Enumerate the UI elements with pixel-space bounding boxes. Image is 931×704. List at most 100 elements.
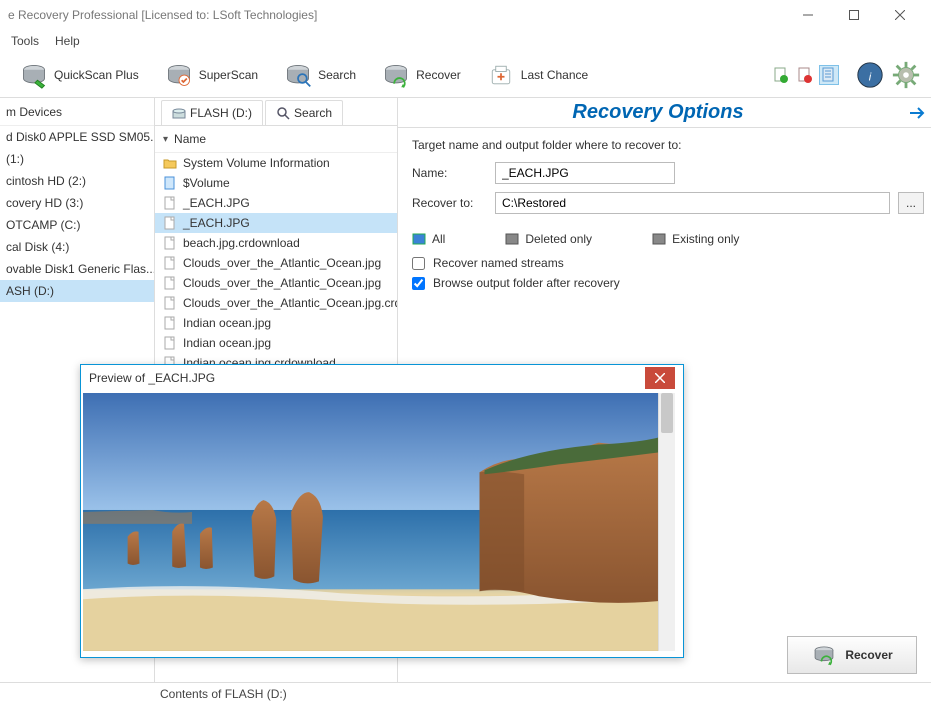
tab-search[interactable]: Search — [265, 100, 343, 125]
recover-to-input[interactable] — [495, 192, 890, 214]
preview-titlebar[interactable]: Preview of _EACH.JPG — [81, 365, 683, 391]
lastchance-icon — [487, 61, 515, 89]
page-delete-icon[interactable] — [795, 65, 815, 85]
device-item[interactable]: ASH (D:) — [0, 280, 154, 302]
filter-deleted[interactable]: Deleted only — [505, 232, 592, 246]
file-icon — [163, 336, 177, 350]
file-name: _EACH.JPG — [183, 216, 250, 230]
named-streams-label: Recover named streams — [433, 256, 564, 270]
browse-after-checkbox[interactable] — [412, 277, 425, 290]
menu-tools[interactable]: Tools — [3, 31, 47, 51]
filter-deleted-label: Deleted only — [525, 232, 592, 246]
name-label: Name: — [412, 166, 487, 180]
folder-icon — [163, 156, 177, 170]
filter-all[interactable]: All — [412, 232, 445, 246]
filter-existing-icon — [652, 232, 666, 246]
file-icon — [163, 316, 177, 330]
tab-flash[interactable]: FLASH (D:) — [161, 100, 263, 125]
file-icon — [163, 176, 177, 190]
recovery-desc: Target name and output folder where to r… — [412, 138, 924, 152]
file-icon — [163, 296, 177, 310]
recover-button[interactable]: Recover — [372, 57, 471, 93]
recovery-title: Recovery Options — [572, 101, 743, 124]
file-name: _EACH.JPG — [183, 196, 250, 210]
browse-button[interactable]: ... — [898, 192, 924, 214]
device-item[interactable]: cintosh HD (2:) — [0, 170, 154, 192]
filter-existing[interactable]: Existing only — [652, 232, 739, 246]
recover-to-label: Recover to: — [412, 196, 487, 210]
tabs-row: FLASH (D:) Search — [155, 98, 397, 126]
titlebar: e Recovery Professional [Licensed to: LS… — [0, 0, 931, 30]
drive-search-icon — [284, 61, 312, 89]
lastchance-button[interactable]: Last Chance — [477, 57, 598, 93]
device-item[interactable]: covery HD (3:) — [0, 192, 154, 214]
file-row[interactable]: Clouds_over_the_Atlantic_Ocean.jpg.crdc — [155, 293, 397, 313]
chevron-down-icon: ▾ — [163, 134, 168, 145]
file-name: Indian ocean.jpg — [183, 336, 271, 350]
search-toolbar-label: Search — [318, 68, 356, 82]
devices-list: d Disk0 APPLE SSD SM05...(1:)cintosh HD … — [0, 126, 154, 302]
maximize-button[interactable] — [831, 0, 877, 30]
file-icon — [163, 216, 177, 230]
filter-existing-label: Existing only — [672, 232, 739, 246]
devices-header: m Devices — [0, 98, 154, 126]
status-contents: Contents of FLASH (D:) — [10, 687, 287, 701]
device-item[interactable]: d Disk0 APPLE SSD SM05... — [0, 126, 154, 148]
tab-search-label: Search — [294, 106, 332, 120]
quickscan-label: QuickScan Plus — [54, 68, 139, 82]
page-view-icon[interactable] — [819, 65, 839, 85]
file-name: beach.jpg.crdownload — [183, 236, 300, 250]
preview-image — [83, 393, 658, 651]
page-ok-icon[interactable] — [771, 65, 791, 85]
scrollbar-thumb[interactable] — [661, 393, 673, 433]
search-button[interactable]: Search — [274, 57, 366, 93]
file-row[interactable]: Indian ocean.jpg — [155, 333, 397, 353]
filter-all-icon — [412, 232, 426, 246]
filter-all-label: All — [432, 232, 445, 246]
drive-scan-icon — [20, 61, 48, 89]
file-row[interactable]: Clouds_over_the_Atlantic_Ocean.jpg — [155, 273, 397, 293]
file-row[interactable]: $Volume — [155, 173, 397, 193]
file-name: Clouds_over_the_Atlantic_Ocean.jpg.crdc — [183, 296, 397, 310]
file-row[interactable]: _EACH.JPG — [155, 193, 397, 213]
named-streams-checkbox[interactable] — [412, 257, 425, 270]
preview-title-text: Preview of _EACH.JPG — [89, 371, 215, 385]
device-item[interactable]: cal Disk (4:) — [0, 236, 154, 258]
drive-recover-icon — [382, 61, 410, 89]
toolbar: QuickScan Plus SuperScan Search Recover … — [0, 52, 931, 98]
device-item[interactable]: (1:) — [0, 148, 154, 170]
device-item[interactable]: ovable Disk1 Generic Flas... — [0, 258, 154, 280]
file-name: Clouds_over_the_Atlantic_Ocean.jpg — [183, 256, 381, 270]
view-icons-group — [771, 65, 839, 85]
window-title: e Recovery Professional [Licensed to: LS… — [8, 8, 317, 22]
preview-close-button[interactable] — [645, 367, 675, 389]
file-row[interactable]: _EACH.JPG — [155, 213, 397, 233]
device-item[interactable]: OTCAMP (C:) — [0, 214, 154, 236]
superscan-button[interactable]: SuperScan — [155, 57, 268, 93]
file-list-header[interactable]: ▾ Name — [155, 126, 397, 153]
menu-help[interactable]: Help — [47, 31, 88, 51]
info-icon[interactable]: i — [855, 60, 885, 90]
column-name-header: Name — [174, 132, 206, 146]
tab-flash-label: FLASH (D:) — [190, 106, 252, 120]
close-button[interactable] — [877, 0, 923, 30]
file-row[interactable]: Clouds_over_the_Atlantic_Ocean.jpg — [155, 253, 397, 273]
file-row[interactable]: beach.jpg.crdownload — [155, 233, 397, 253]
name-input[interactable] — [495, 162, 675, 184]
preview-scrollbar[interactable] — [658, 393, 675, 651]
settings-icon[interactable] — [891, 60, 921, 90]
recover-action-button[interactable]: Recover — [787, 636, 917, 674]
file-icon — [163, 196, 177, 210]
minimize-button[interactable] — [785, 0, 831, 30]
file-row[interactable]: System Volume Information — [155, 153, 397, 173]
file-name: System Volume Information — [183, 156, 330, 170]
file-name: Clouds_over_the_Atlantic_Ocean.jpg — [183, 276, 381, 290]
quickscan-button[interactable]: QuickScan Plus — [10, 57, 149, 93]
filter-deleted-icon — [505, 232, 519, 246]
arrow-right-icon[interactable] — [908, 103, 928, 123]
file-icon — [163, 276, 177, 290]
superscan-label: SuperScan — [199, 68, 258, 82]
file-row[interactable]: Indian ocean.jpg — [155, 313, 397, 333]
file-icon — [163, 236, 177, 250]
drive-superscan-icon — [165, 61, 193, 89]
